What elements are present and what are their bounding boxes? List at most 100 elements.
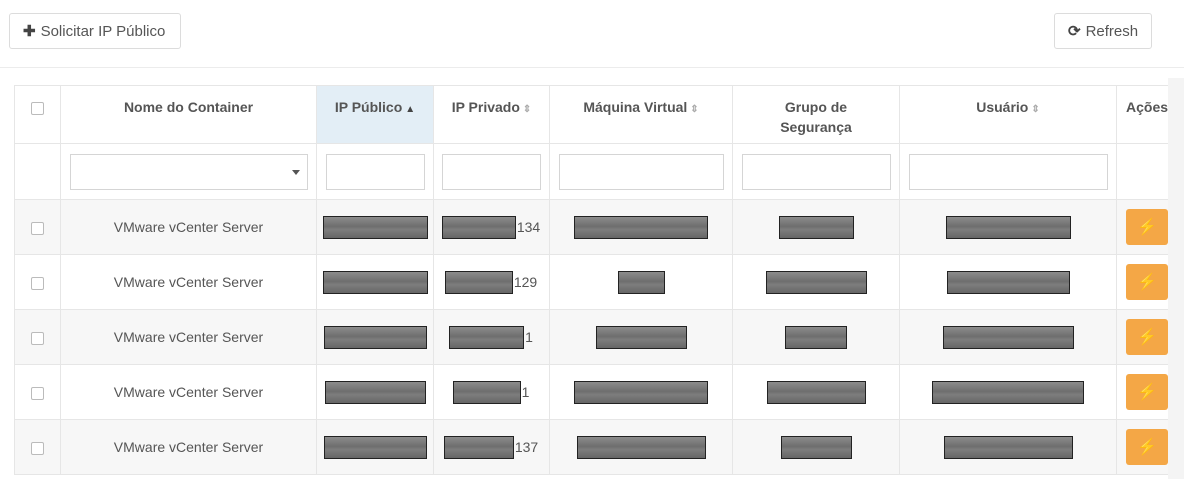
grupo-seguranca-cell (732, 364, 900, 420)
usuario-cell (899, 199, 1117, 255)
release-ip-button[interactable]: ⚡ (1126, 264, 1168, 300)
redacted-block (574, 215, 708, 239)
container-name: VMware vCenter Server (113, 219, 264, 235)
redacted-block (785, 325, 847, 349)
header-grupo-seguranca: Grupo de Segurança (732, 85, 900, 144)
redacted-block (595, 325, 687, 349)
header-acoes: Ações (1116, 85, 1168, 144)
row-checkbox[interactable] (31, 221, 44, 235)
redacted-block (443, 435, 514, 459)
ip-privado-filter-input[interactable] (442, 153, 541, 190)
release-ip-button[interactable]: ⚡ (1126, 429, 1168, 465)
acoes-cell: ⚡ (1116, 419, 1168, 475)
row-checkbox[interactable] (31, 331, 44, 345)
redacted-block (449, 325, 525, 349)
ip-publico-filter-input[interactable] (325, 153, 425, 190)
redacted-block (766, 380, 866, 404)
ip-privado-cell: 1 (433, 364, 550, 420)
sort-icon: ⇕ (1031, 104, 1040, 115)
table-row[interactable]: VMware vCenter Server 134 ⚡ (14, 199, 1168, 255)
grupo-seguranca-cell (732, 309, 900, 365)
redacted-block (323, 435, 427, 459)
sort-asc-icon: ▲ (405, 104, 416, 115)
acoes-cell: ⚡ (1116, 364, 1168, 420)
container-name-cell: VMware vCenter Server (60, 199, 317, 255)
maquina-virtual-filter-input[interactable] (558, 153, 724, 190)
usuario-filter-input[interactable] (908, 153, 1108, 190)
acoes-cell: ⚡ (1116, 199, 1168, 255)
refresh-icon: ⟳ (1068, 23, 1081, 40)
release-ip-button[interactable]: ⚡ (1126, 374, 1168, 410)
container-name-cell: VMware vCenter Server (60, 309, 317, 365)
ip-privado-cell: 1 (433, 309, 550, 365)
header-ip-publico[interactable]: IP Público ▲ (316, 85, 434, 144)
release-ip-button[interactable]: ⚡ (1126, 209, 1168, 245)
ip-privado-suffix: 134 (516, 219, 541, 235)
redacted-block (452, 380, 521, 404)
ip-publico-cell (316, 309, 434, 365)
redacted-block (322, 215, 428, 239)
refresh-label: Refresh (1085, 22, 1139, 40)
container-name-cell: VMware vCenter Server (60, 254, 317, 310)
redacted-block (942, 325, 1074, 349)
sort-icon: ⇕ (522, 104, 532, 115)
container-name: VMware vCenter Server (113, 274, 264, 290)
container-name: VMware vCenter Server (113, 329, 264, 345)
redacted-block (946, 270, 1070, 294)
plug-icon: ⚡ (1137, 274, 1157, 291)
redacted-block (943, 435, 1073, 459)
container-name: VMware vCenter Server (113, 384, 264, 400)
release-ip-button[interactable]: ⚡ (1126, 319, 1168, 355)
plug-icon: ⚡ (1137, 384, 1157, 401)
table-row[interactable]: VMware vCenter Server 1 ⚡ (14, 364, 1168, 420)
container-name: VMware vCenter Server (113, 439, 264, 455)
horizontal-scroll-area[interactable] (1168, 78, 1184, 479)
row-checkbox[interactable] (31, 441, 44, 455)
redacted-block (778, 215, 854, 239)
usuario-cell (899, 254, 1117, 310)
acoes-cell: ⚡ (1116, 309, 1168, 365)
grupo-seguranca-cell (732, 419, 900, 475)
redacted-block (444, 270, 513, 294)
request-public-ip-button[interactable]: ✚ Solicitar IP Público (9, 13, 181, 49)
maquina-virtual-cell (549, 254, 733, 310)
header-usuario[interactable]: Usuário ⇕ (899, 85, 1117, 144)
row-checkbox[interactable] (31, 276, 44, 290)
redacted-block (780, 435, 852, 459)
ip-privado-cell: 134 (433, 199, 550, 255)
refresh-button[interactable]: ⟳ Refresh (1054, 13, 1152, 49)
table-container: Nome do Container IP Público ▲ IP Privado… (14, 85, 1168, 479)
table-row[interactable]: VMware vCenter Server 129 ⚡ (14, 254, 1168, 310)
ip-privado-suffix: 129 (513, 274, 538, 290)
select-all-checkbox[interactable] (31, 101, 44, 115)
grupo-seguranca-filter-input[interactable] (741, 153, 891, 190)
container-filter-select[interactable] (69, 153, 308, 190)
filter-row (14, 143, 1168, 200)
header-ip-privado[interactable]: IP Privado ⇕ (433, 85, 550, 144)
ip-privado-cell: 137 (433, 419, 550, 475)
request-public-ip-label: Solicitar IP Público (40, 22, 166, 40)
ip-publico-cell (316, 364, 434, 420)
plug-icon: ⚡ (1137, 219, 1157, 236)
container-name-cell: VMware vCenter Server (60, 364, 317, 420)
header-row: Nome do Container IP Público ▲ IP Privado… (14, 85, 1168, 144)
header-maquina-virtual[interactable]: Máquina Virtual ⇕ (549, 85, 733, 144)
maquina-virtual-cell (549, 364, 733, 420)
table-row[interactable]: VMware vCenter Server 1 ⚡ (14, 309, 1168, 365)
ip-privado-suffix: 1 (525, 329, 533, 345)
ip-publico-cell (316, 419, 434, 475)
grupo-seguranca-cell (732, 199, 900, 255)
table-row[interactable]: VMware vCenter Server 137 ⚡ (14, 419, 1168, 475)
grupo-seguranca-cell (732, 254, 900, 310)
usuario-cell (899, 364, 1117, 420)
row-checkbox[interactable] (31, 386, 44, 400)
redacted-block (324, 380, 426, 404)
redacted-block (617, 270, 665, 294)
redacted-block (932, 380, 1084, 404)
maquina-virtual-cell (549, 199, 733, 255)
ip-privado-suffix: 1 (521, 384, 530, 400)
maquina-virtual-cell (549, 309, 733, 365)
usuario-cell (899, 419, 1117, 475)
divider (0, 67, 1184, 68)
header-select-all[interactable] (14, 85, 61, 144)
